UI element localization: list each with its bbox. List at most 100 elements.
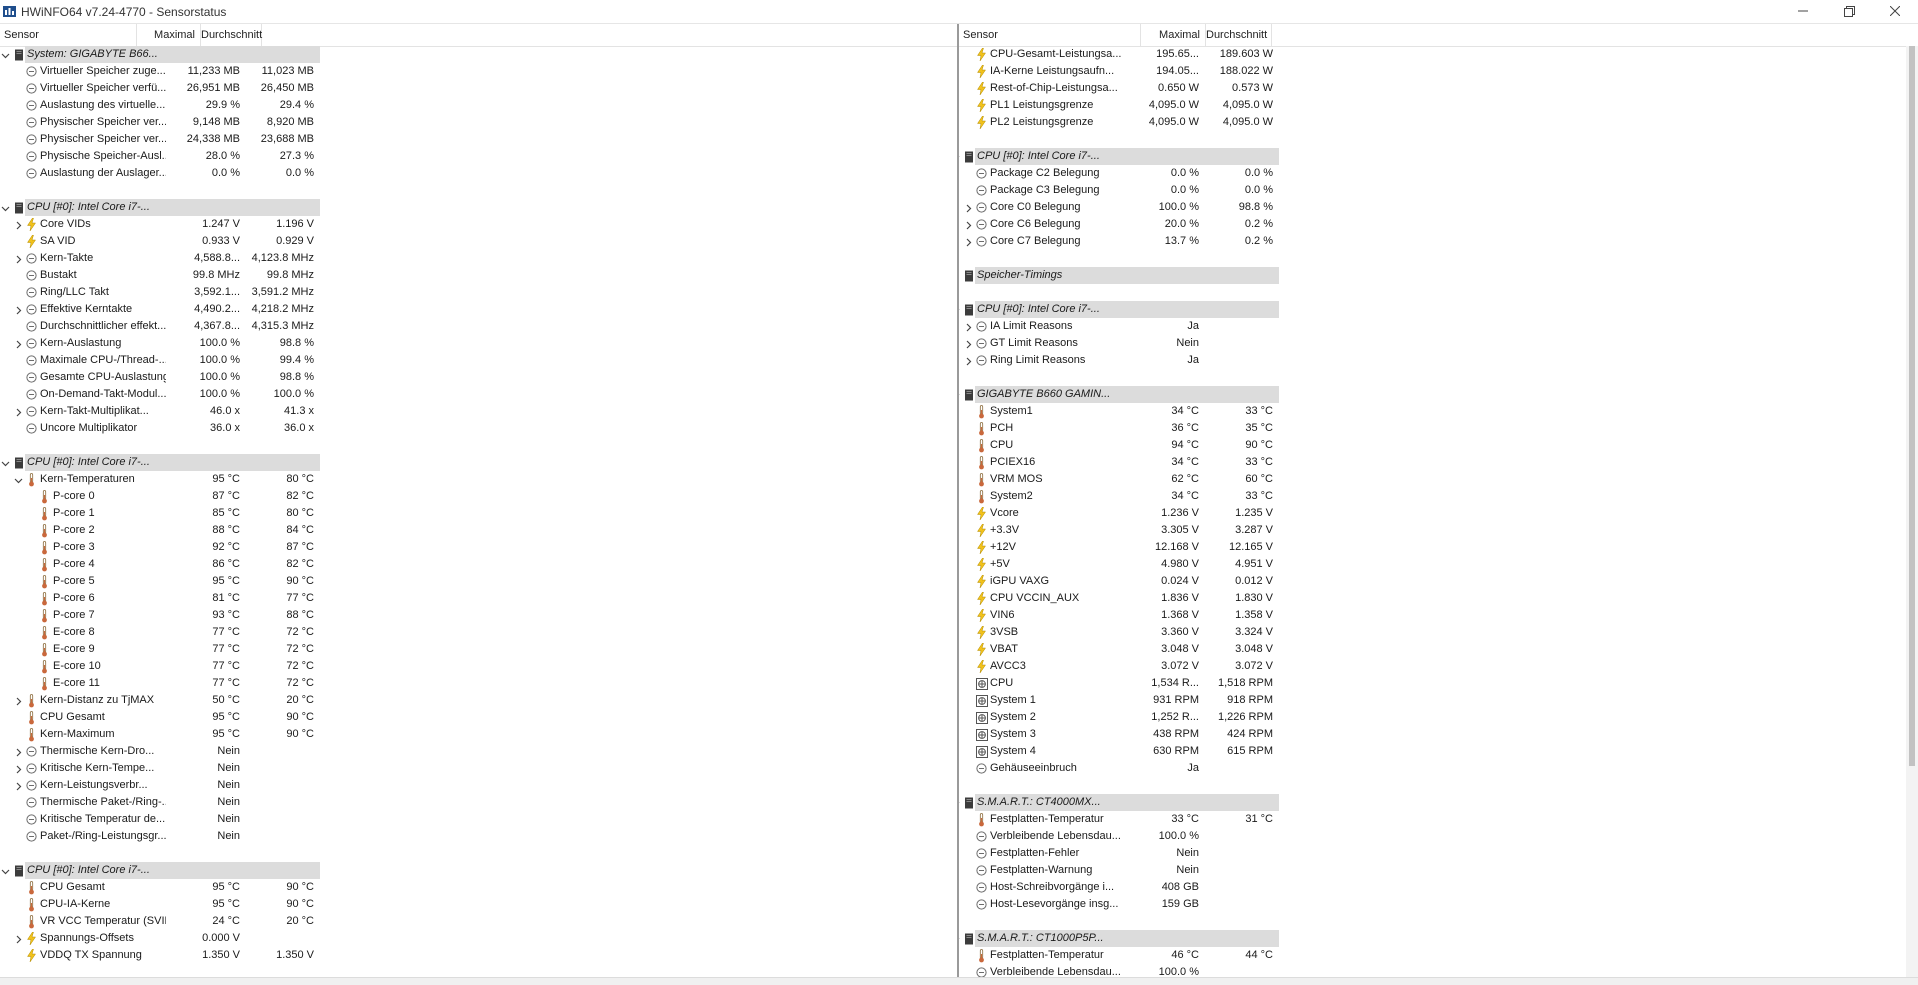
sensor-row[interactable]: P-core 5 95 °C 90 °C: [0, 573, 958, 590]
sensor-row[interactable]: P-core 4 86 °C 82 °C: [0, 556, 958, 573]
sensor-row[interactable]: P-core 3 92 °C 87 °C: [0, 539, 958, 556]
sensor-row[interactable]: Kern-Takt-Multiplikat... 46.0 x 41.3 x: [0, 403, 958, 420]
sensor-row[interactable]: Spannungs-Offsets 0.000 V: [0, 930, 958, 947]
sensor-group-header[interactable]: CPU [#0]: Intel Core i7-...: [959, 301, 1918, 318]
expand-chevron-icon[interactable]: [964, 340, 972, 349]
sensor-row[interactable]: E-core 10 77 °C 72 °C: [0, 658, 958, 675]
close-button[interactable]: [1872, 0, 1918, 22]
column-header-durchschnitt[interactable]: Durchschnitt: [1206, 24, 1272, 46]
vertical-scrollbar[interactable]: [1906, 46, 1918, 977]
sensor-row[interactable]: Core C7 Belegung 13.7 % 0.2 %: [959, 233, 1918, 250]
sensor-row[interactable]: Vcore 1.236 V 1.235 V: [959, 505, 1918, 522]
sensor-row[interactable]: System 1 931 RPM 918 RPM: [959, 692, 1918, 709]
expand-chevron-icon[interactable]: [14, 935, 22, 944]
expand-chevron-icon[interactable]: [964, 323, 972, 332]
sensor-row[interactable]: System2 34 °C 33 °C: [959, 488, 1918, 505]
sensor-row[interactable]: IA-Kerne Leistungsaufn... 194.05... 188.02…: [959, 63, 1918, 80]
sensor-row[interactable]: Paket-/Ring-Leistungsgr... Nein: [0, 828, 958, 845]
sensor-row[interactable]: System 3 438 RPM 424 RPM: [959, 726, 1918, 743]
sensor-row[interactable]: E-core 8 77 °C 72 °C: [0, 624, 958, 641]
sensor-row[interactable]: Effektive Kerntakte 4,490.2... 4,218.2 MHz: [0, 301, 958, 318]
sensor-row[interactable]: P-core 1 85 °C 80 °C: [0, 505, 958, 522]
sensor-row[interactable]: Kritische Temperatur de... Nein: [0, 811, 958, 828]
sensor-row[interactable]: SA VID 0.933 V 0.929 V: [0, 233, 958, 250]
sensor-group-header[interactable]: CPU [#0]: Intel Core i7-...: [0, 862, 958, 879]
sensor-row[interactable]: Core VIDs 1.247 V 1.196 V: [0, 216, 958, 233]
sensor-row[interactable]: Thermische Paket-/Ring-... Nein: [0, 794, 958, 811]
sensor-row[interactable]: CPU 94 °C 90 °C: [959, 437, 1918, 454]
collapse-chevron-icon[interactable]: [1, 51, 10, 59]
sensor-row[interactable]: Verbleibende Lebensdau... 100.0 %: [959, 964, 1918, 977]
sensor-row[interactable]: Virtueller Speicher zuge... 11,233 MB 11,0…: [0, 63, 958, 80]
expand-chevron-icon[interactable]: [14, 306, 22, 315]
sensor-row[interactable]: P-core 6 81 °C 77 °C: [0, 590, 958, 607]
sensor-row[interactable]: Auslastung der Auslager... 0.0 % 0.0 %: [0, 165, 958, 182]
expand-chevron-icon[interactable]: [14, 697, 22, 706]
sensor-row[interactable]: System 2 1,252 R... 1,226 RPM: [959, 709, 1918, 726]
sensor-row[interactable]: 3VSB 3.360 V 3.324 V: [959, 624, 1918, 641]
expand-chevron-icon[interactable]: [964, 238, 972, 247]
sensor-group-header[interactable]: CPU [#0]: Intel Core i7-...: [959, 148, 1918, 165]
sensor-row[interactable]: System1 34 °C 33 °C: [959, 403, 1918, 420]
collapse-chevron-icon[interactable]: [14, 476, 23, 484]
sensor-row[interactable]: Core C0 Belegung 100.0 % 98.8 %: [959, 199, 1918, 216]
sensor-row[interactable]: P-core 7 93 °C 88 °C: [0, 607, 958, 624]
sensor-row[interactable]: +3.3V 3.305 V 3.287 V: [959, 522, 1918, 539]
expand-chevron-icon[interactable]: [14, 255, 22, 264]
expand-chevron-icon[interactable]: [14, 408, 22, 417]
sensor-row[interactable]: Festplatten-Warnung Nein: [959, 862, 1918, 879]
sensor-row[interactable]: PCH 36 °C 35 °C: [959, 420, 1918, 437]
column-header-sensor[interactable]: Sensor: [0, 24, 137, 46]
sensor-row[interactable]: VIN6 1.368 V 1.358 V: [959, 607, 1918, 624]
sensor-row[interactable]: CPU 1,534 R... 1,518 RPM: [959, 675, 1918, 692]
sensor-row[interactable]: Kern-Maximum 95 °C 90 °C: [0, 726, 958, 743]
sensor-group-header[interactable]: Speicher-Timings: [959, 267, 1918, 284]
sensor-group-header[interactable]: System: GIGABYTE B66...: [0, 46, 958, 63]
sensor-group-header[interactable]: CPU [#0]: Intel Core i7-...: [0, 199, 958, 216]
scrollbar-thumb[interactable]: [1909, 46, 1915, 766]
sensor-row[interactable]: Bustakt 99.8 MHz 99.8 MHz: [0, 267, 958, 284]
sensor-row[interactable]: VDDQ TX Spannung 1.350 V 1.350 V: [0, 947, 958, 964]
sensor-group-header[interactable]: GIGABYTE B660 GAMIN...: [959, 386, 1918, 403]
expand-chevron-icon[interactable]: [14, 765, 22, 774]
sensor-row[interactable]: Package C2 Belegung 0.0 % 0.0 %: [959, 165, 1918, 182]
column-header-maximal[interactable]: Maximal: [137, 24, 201, 46]
expand-chevron-icon[interactable]: [14, 221, 22, 230]
sensor-group-header[interactable]: CPU [#0]: Intel Core i7-...: [0, 454, 958, 471]
sensor-row[interactable]: Kern-Takte 4,588.8... 4,123.8 MHz: [0, 250, 958, 267]
sensor-row[interactable]: Host-Schreibvorgänge i... 408 GB: [959, 879, 1918, 896]
sensor-row[interactable]: Kern-Temperaturen 95 °C 80 °C: [0, 471, 958, 488]
column-header-sensor[interactable]: Sensor: [959, 24, 1141, 46]
sensor-row[interactable]: AVCC3 3.072 V 3.072 V: [959, 658, 1918, 675]
column-header-maximal[interactable]: Maximal: [1141, 24, 1206, 46]
expand-chevron-icon[interactable]: [14, 782, 22, 791]
sensor-row[interactable]: CPU-IA-Kerne 95 °C 90 °C: [0, 896, 958, 913]
sensor-row[interactable]: Kern-Leistungsverbr... Nein: [0, 777, 958, 794]
expand-chevron-icon[interactable]: [14, 748, 22, 757]
sensor-row[interactable]: Ring Limit Reasons Ja: [959, 352, 1918, 369]
sensor-row[interactable]: Durchschnittlicher effekt... 4,367.8... 4,…: [0, 318, 958, 335]
sensor-row[interactable]: PL1 Leistungsgrenze 4,095.0 W 4,095.0 W: [959, 97, 1918, 114]
sensor-row[interactable]: Ring/LLC Takt 3,592.1... 3,591.2 MHz: [0, 284, 958, 301]
expand-chevron-icon[interactable]: [964, 221, 972, 230]
column-header-durchschnitt[interactable]: Durchschnitt: [201, 24, 262, 46]
expand-chevron-icon[interactable]: [964, 357, 972, 366]
sensor-row[interactable]: System 4 630 RPM 615 RPM: [959, 743, 1918, 760]
sensor-row[interactable]: Kern-Distanz zu TjMAX 50 °C 20 °C: [0, 692, 958, 709]
sensor-row[interactable]: PL2 Leistungsgrenze 4,095.0 W 4,095.0 W: [959, 114, 1918, 131]
sensor-row[interactable]: Uncore Multiplikator 36.0 x 36.0 x: [0, 420, 958, 437]
sensor-row[interactable]: Core C6 Belegung 20.0 % 0.2 %: [959, 216, 1918, 233]
sensor-row[interactable]: On-Demand-Takt-Modul... 100.0 % 100.0 %: [0, 386, 958, 403]
sensor-row[interactable]: Virtueller Speicher verfü... 26,951 MB 26,…: [0, 80, 958, 97]
sensor-row[interactable]: Physische Speicher-Ausl... 28.0 % 27.3 %: [0, 148, 958, 165]
sensor-row[interactable]: IA Limit Reasons Ja: [959, 318, 1918, 335]
sensor-row[interactable]: E-core 11 77 °C 72 °C: [0, 675, 958, 692]
sensor-row[interactable]: VBAT 3.048 V 3.048 V: [959, 641, 1918, 658]
sensor-row[interactable]: Festplatten-Temperatur 33 °C 31 °C: [959, 811, 1918, 828]
sensor-row[interactable]: CPU VCCIN_AUX 1.836 V 1.830 V: [959, 590, 1918, 607]
collapse-chevron-icon[interactable]: [1, 459, 10, 467]
sensor-row[interactable]: Rest-of-Chip-Leistungsa... 0.650 W 0.573 W: [959, 80, 1918, 97]
minimize-button[interactable]: [1780, 0, 1826, 22]
sensor-row[interactable]: Auslastung des virtuelle... 29.9 % 29.4 %: [0, 97, 958, 114]
collapse-chevron-icon[interactable]: [1, 204, 10, 212]
